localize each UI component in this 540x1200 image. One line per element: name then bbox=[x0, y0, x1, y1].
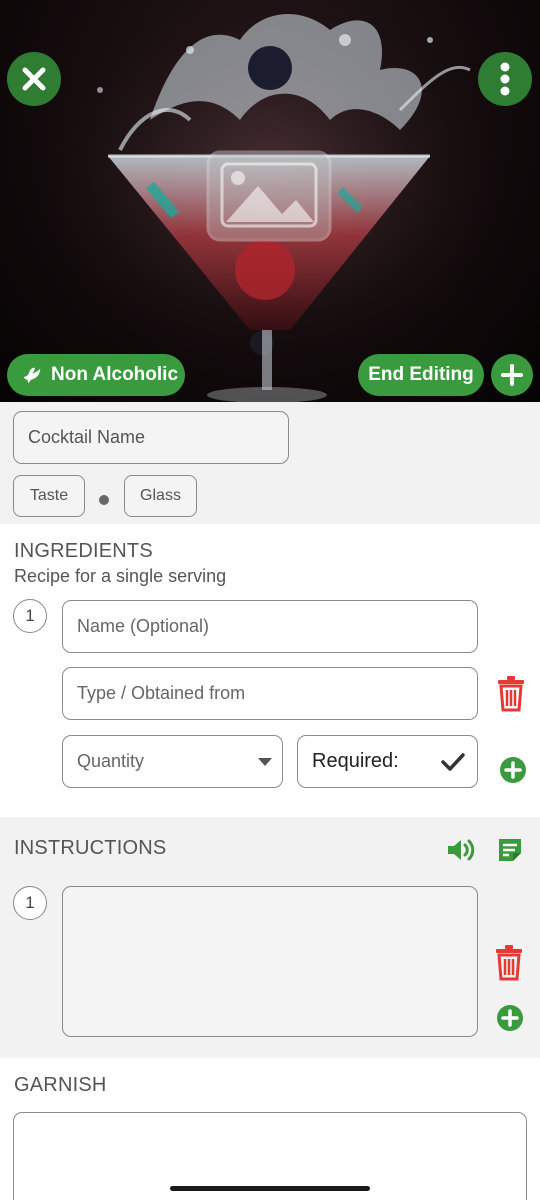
category-label: Non Alcoholic bbox=[51, 364, 179, 385]
glass-chip[interactable]: Glass bbox=[124, 475, 197, 517]
taste-chip[interactable]: Taste bbox=[13, 475, 85, 517]
close-button[interactable] bbox=[7, 52, 61, 106]
close-icon bbox=[22, 67, 46, 91]
garnish-title: GARNISH bbox=[14, 1074, 107, 1096]
plus-icon bbox=[501, 364, 523, 386]
ingredients-section: INGREDIENTS Recipe for a single serving … bbox=[0, 524, 540, 817]
instructions-section: INSTRUCTIONS 1 bbox=[0, 817, 540, 1058]
read-aloud-button[interactable] bbox=[445, 835, 477, 865]
add-step-button[interactable] bbox=[495, 1003, 524, 1032]
garnish-section: GARNISH bbox=[0, 1058, 540, 1200]
cocktail-photo bbox=[0, 0, 540, 402]
ingredients-title: INGREDIENTS bbox=[14, 540, 153, 562]
category-pill[interactable]: Non Alcoholic bbox=[7, 354, 185, 396]
trash-icon bbox=[498, 676, 524, 712]
delete-ingredient-button[interactable] bbox=[494, 675, 528, 713]
cocktail-name-input[interactable]: Cocktail Name bbox=[13, 411, 289, 464]
required-toggle[interactable]: Required: bbox=[297, 735, 478, 788]
add-circle-icon bbox=[499, 756, 526, 783]
home-indicator[interactable] bbox=[170, 1186, 370, 1191]
image-placeholder-icon bbox=[206, 150, 332, 242]
add-ingredient-button[interactable] bbox=[498, 755, 527, 784]
trash-icon bbox=[496, 945, 522, 981]
ingredient-number: 1 bbox=[13, 599, 47, 633]
chevron-down-icon bbox=[258, 757, 272, 766]
step-number: 1 bbox=[13, 886, 47, 920]
notes-button[interactable] bbox=[495, 835, 525, 865]
cocktail-image[interactable]: Non Alcoholic End Editing bbox=[0, 0, 540, 402]
delete-step-button[interactable] bbox=[492, 944, 526, 982]
speaker-icon bbox=[448, 839, 475, 861]
instruction-step-input[interactable] bbox=[62, 886, 478, 1037]
name-section: Cocktail Name Taste Glass bbox=[0, 402, 540, 524]
ingredient-type-input[interactable]: Type / Obtained from bbox=[62, 667, 478, 720]
dove-icon bbox=[23, 367, 41, 384]
more-vert-icon bbox=[500, 62, 510, 96]
checkmark-icon bbox=[441, 752, 465, 771]
note-icon bbox=[499, 839, 521, 861]
separator-dot bbox=[99, 495, 109, 505]
ingredients-subtitle: Recipe for a single serving bbox=[14, 566, 227, 586]
more-options-button[interactable] bbox=[478, 52, 532, 106]
required-label: Required: bbox=[312, 750, 399, 772]
add-photo-button[interactable] bbox=[491, 354, 533, 396]
end-editing-button[interactable]: End Editing bbox=[358, 354, 484, 396]
ingredient-name-input[interactable]: Name (Optional) bbox=[62, 600, 478, 653]
add-circle-icon bbox=[496, 1004, 523, 1031]
quantity-dropdown[interactable]: Quantity bbox=[62, 735, 283, 788]
instructions-title: INSTRUCTIONS bbox=[14, 837, 167, 859]
quantity-label: Quantity bbox=[77, 751, 145, 771]
